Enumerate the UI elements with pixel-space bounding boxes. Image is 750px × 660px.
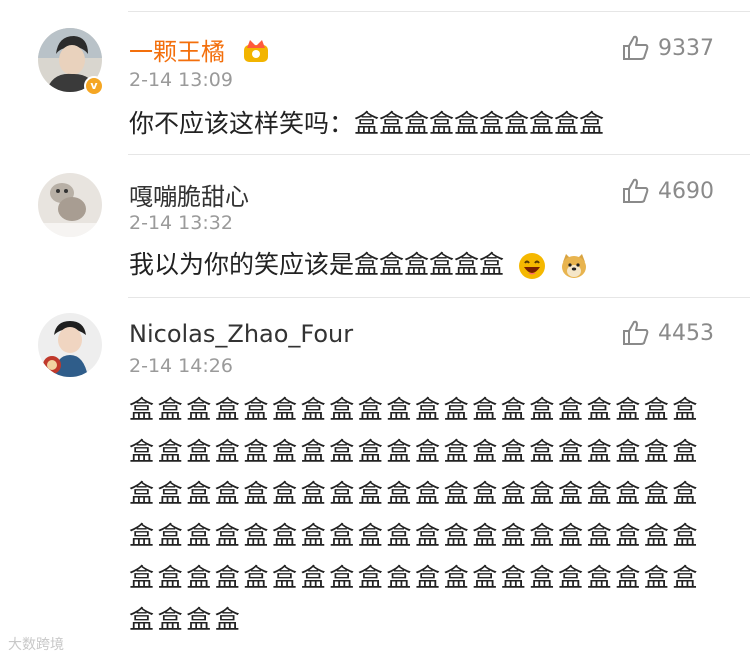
like-count: 4690 [658, 178, 714, 204]
laughing-face-emoji [518, 253, 545, 279]
comment-time: 2-14 13:32 [129, 212, 233, 234]
like-button[interactable]: 4690 [622, 178, 714, 204]
comment-text-row: 我以为你的笑应该是盒盒盒盒盒盒 [129, 247, 588, 282]
username[interactable]: Nicolas_Zhao_Four [129, 320, 353, 348]
watermark: 大数跨境 [8, 637, 64, 653]
thumbs-up-icon [623, 178, 649, 203]
top-divider [128, 11, 750, 12]
comment-time: 2-14 14:26 [129, 355, 233, 377]
like-button[interactable]: 9337 [622, 35, 714, 61]
vip-crown-icon [244, 40, 268, 62]
doge-emoji [561, 254, 586, 278]
verified-badge-icon: v [84, 76, 104, 96]
thumbs-up-icon [623, 35, 649, 60]
username[interactable]: 嘎嘣脆甜心 [129, 177, 249, 212]
comment-text: 你不应该这样笑吗：盒盒盒盒盒盒盒盒盒盒 [129, 109, 605, 138]
like-count: 9337 [658, 35, 714, 61]
avatar[interactable] [38, 313, 102, 377]
comment-text: 盒盒盒盒盒盒盒盒盒盒盒盒盒盒盒盒盒盒盒盒盒盒盒盒盒盒盒盒盒盒盒盒盒盒盒盒盒盒盒盒… [129, 395, 702, 634]
username[interactable]: 一颗王橘 [129, 32, 225, 67]
comment-text: 我以为你的笑应该是盒盒盒盒盒盒 [129, 250, 505, 279]
like-button[interactable]: 4453 [622, 320, 714, 346]
thumbs-up-icon [623, 320, 649, 345]
comment-divider [128, 154, 750, 155]
avatar[interactable] [38, 173, 102, 237]
like-count: 4453 [658, 320, 714, 346]
comment-divider [128, 297, 750, 298]
comment-time: 2-14 13:09 [129, 69, 233, 91]
